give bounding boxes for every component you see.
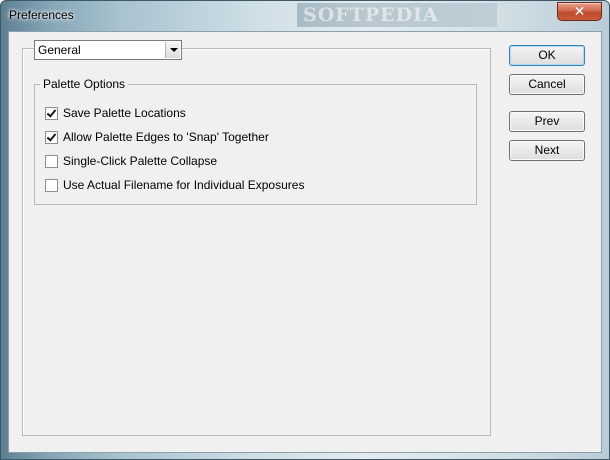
snap-palette-edges-checkbox[interactable] bbox=[45, 131, 58, 144]
checkmark-icon bbox=[46, 107, 57, 118]
actual-filename-label: Use Actual Filename for Individual Expos… bbox=[63, 178, 305, 192]
category-select[interactable]: General bbox=[34, 40, 182, 60]
ok-button[interactable]: OK bbox=[509, 45, 585, 66]
window-title: Preferences bbox=[9, 8, 74, 22]
preferences-window: SOFTPEDIA Preferences ✕ General Palette … bbox=[0, 0, 610, 460]
save-palette-locations-label: Save Palette Locations bbox=[63, 106, 186, 120]
snap-palette-edges-label: Allow Palette Edges to 'Snap' Together bbox=[63, 130, 269, 144]
actual-filename-checkbox[interactable] bbox=[45, 179, 58, 192]
next-button[interactable]: Next bbox=[509, 140, 585, 161]
close-button[interactable]: ✕ bbox=[557, 2, 602, 21]
checkmark-icon bbox=[46, 131, 57, 142]
dialog-client-area: General Palette Options Save Palette Loc… bbox=[8, 31, 602, 453]
palette-options-legend: Palette Options bbox=[40, 77, 129, 91]
softpedia-watermark: SOFTPEDIA bbox=[297, 3, 497, 27]
title-bar[interactable]: SOFTPEDIA Preferences ✕ bbox=[1, 1, 609, 31]
chevron-down-icon[interactable] bbox=[165, 42, 180, 58]
category-select-value: General bbox=[38, 43, 81, 57]
single-click-collapse-checkbox[interactable] bbox=[45, 155, 58, 168]
save-palette-locations-checkbox[interactable] bbox=[45, 107, 58, 120]
prev-button[interactable]: Prev bbox=[509, 111, 585, 132]
single-click-collapse-label: Single-Click Palette Collapse bbox=[63, 154, 218, 168]
cancel-button[interactable]: Cancel bbox=[509, 74, 585, 95]
close-icon: ✕ bbox=[573, 3, 586, 19]
